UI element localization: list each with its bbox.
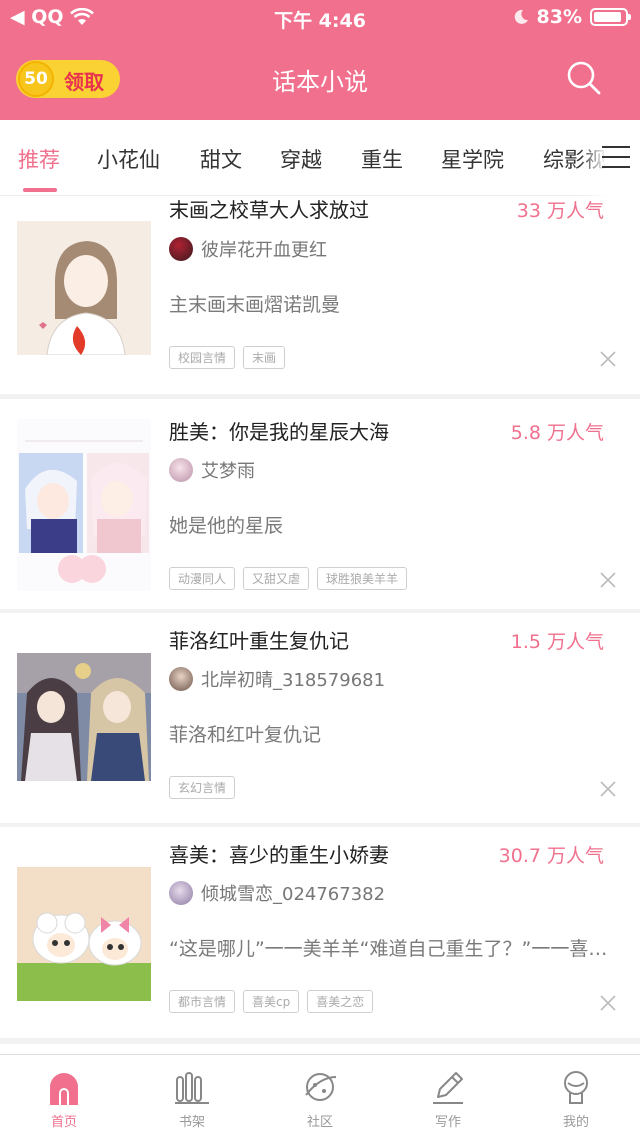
bottom-nav: 首页 书架 社区 写作 我的 <box>0 1054 640 1139</box>
book-cover[interactable] <box>17 653 151 781</box>
book-summary: 菲洛和红叶复仇记 <box>169 724 322 746</box>
status-bar: ◀ QQ 下午 4:46 83% <box>0 0 640 36</box>
tag[interactable]: 校园言情 <box>169 346 236 369</box>
author-name: 艾梦雨 <box>201 461 255 482</box>
nav-label: 社区 <box>306 1115 333 1130</box>
tag-list: 动漫同人 又甜又虐 球胜狼美羊羊 <box>169 567 408 590</box>
author-avatar <box>169 881 193 905</box>
tag[interactable]: 玄幻言情 <box>169 776 236 799</box>
profile-icon <box>564 1071 588 1104</box>
tag[interactable]: 又甜又虐 <box>243 567 310 590</box>
app-header: 50 领取 话本小说 <box>0 36 640 120</box>
author-avatar <box>169 667 193 691</box>
tab-time-travel[interactable]: 穿越 <box>280 144 322 174</box>
author-avatar <box>169 458 193 482</box>
book-summary: 她是他的星辰 <box>169 515 284 537</box>
book-title[interactable]: 喜美：喜少的重生小娇妻 <box>169 839 389 868</box>
close-icon[interactable] <box>600 351 616 367</box>
nav-label: 书架 <box>178 1115 205 1130</box>
author-row[interactable]: 艾梦雨 <box>169 457 255 483</box>
tag[interactable]: 喜美cp <box>243 990 300 1013</box>
app-title: 话本小说 <box>272 68 368 96</box>
author-row[interactable]: 北岸初晴_318579681 <box>169 666 385 692</box>
tag[interactable]: 球胜狼美羊羊 <box>317 567 408 590</box>
tag-list: 玄幻言情 <box>169 776 236 799</box>
book-cover[interactable] <box>17 419 151 591</box>
author-row[interactable]: 彼岸花开血更红 <box>169 236 327 262</box>
popularity-count: 30.7 万人气 <box>498 845 604 867</box>
tag[interactable]: 都市言情 <box>169 990 236 1013</box>
tag-list: 校园言情 末画 <box>169 346 286 369</box>
popularity-count: 5.8 万人气 <box>510 422 604 444</box>
author-name: 倾城雪恋_024767382 <box>201 884 386 905</box>
tab-xiaohuaxian[interactable]: 小花仙 <box>97 144 160 174</box>
book-card[interactable]: 末画之校草大人求放过 33 万人气 彼岸花开血更红 主末画末画熠诺凯曼 校园言情… <box>0 196 640 394</box>
battery-percent: 83% <box>536 6 582 28</box>
book-card[interactable]: 喜美：喜少的重生小娇妻 30.7 万人气 倾城雪恋_024767382 “这是哪… <box>0 827 640 1038</box>
nav-community[interactable]: 社区 <box>256 1055 384 1140</box>
book-title[interactable]: 菲洛红叶重生复仇记 <box>169 625 349 654</box>
book-feed: 末画之校草大人求放过 33 万人气 彼岸花开血更红 主末画末画熠诺凯曼 校园言情… <box>0 196 640 1054</box>
book-title[interactable]: 末画之校草大人求放过 <box>169 196 369 223</box>
home-icon <box>50 1073 78 1105</box>
nav-bookshelf[interactable]: 书架 <box>128 1055 256 1140</box>
search-icon[interactable] <box>566 60 602 96</box>
nav-label: 写作 <box>434 1115 461 1130</box>
close-icon[interactable] <box>600 781 616 797</box>
menu-icon[interactable] <box>602 146 630 170</box>
active-tab-indicator <box>23 188 57 192</box>
book-card[interactable] <box>0 1044 640 1054</box>
nav-home[interactable]: 首页 <box>0 1055 128 1140</box>
moon-icon <box>514 9 528 24</box>
tab-rebirth[interactable]: 重生 <box>361 144 403 174</box>
nav-label: 我的 <box>562 1115 589 1130</box>
tab-sweet[interactable]: 甜文 <box>200 144 242 174</box>
popularity-count: 1.5 万人气 <box>510 631 604 653</box>
nav-label: 首页 <box>50 1115 77 1130</box>
tab-star-academy[interactable]: 星学院 <box>441 144 504 174</box>
bookshelf-icon <box>175 1072 209 1104</box>
community-icon <box>305 1073 337 1101</box>
close-icon[interactable] <box>600 572 616 588</box>
battery-icon <box>590 8 631 26</box>
author-name: 北岸初晴_318579681 <box>201 670 386 691</box>
author-name: 彼岸花开血更红 <box>201 240 327 261</box>
write-icon <box>433 1072 463 1104</box>
category-tabs: 推荐 小花仙 甜文 穿越 重生 星学院 综影视 <box>0 120 640 196</box>
nav-profile[interactable]: 我的 <box>512 1055 640 1140</box>
popularity-count: 33 万人气 <box>516 200 604 222</box>
tag-list: 都市言情 喜美cp 喜美之恋 <box>169 990 374 1013</box>
tag[interactable]: 喜美之恋 <box>307 990 374 1013</box>
book-cover[interactable] <box>17 221 151 355</box>
book-summary: “这是哪儿”一一美羊羊“难道自己重生了？”一一喜羊羊“我记得我…… <box>169 938 614 960</box>
book-title[interactable]: 胜美：你是我的星辰大海 <box>169 416 389 445</box>
book-cover[interactable] <box>17 867 151 1001</box>
close-icon[interactable] <box>600 995 616 1011</box>
author-avatar <box>169 237 193 261</box>
book-card[interactable]: 菲洛红叶重生复仇记 1.5 万人气 北岸初晴_318579681 菲洛和红叶复仇… <box>0 613 640 823</box>
tag[interactable]: 动漫同人 <box>169 567 236 590</box>
author-row[interactable]: 倾城雪恋_024767382 <box>169 880 385 906</box>
tab-recommended[interactable]: 推荐 <box>18 144 60 174</box>
book-summary: 主末画末画熠诺凯曼 <box>169 294 341 316</box>
nav-write[interactable]: 写作 <box>384 1055 512 1140</box>
book-card[interactable]: 胜美：你是我的星辰大海 5.8 万人气 艾梦雨 她是他的星辰 动漫同人 又甜又虐… <box>0 399 640 609</box>
tag[interactable]: 末画 <box>243 346 286 369</box>
